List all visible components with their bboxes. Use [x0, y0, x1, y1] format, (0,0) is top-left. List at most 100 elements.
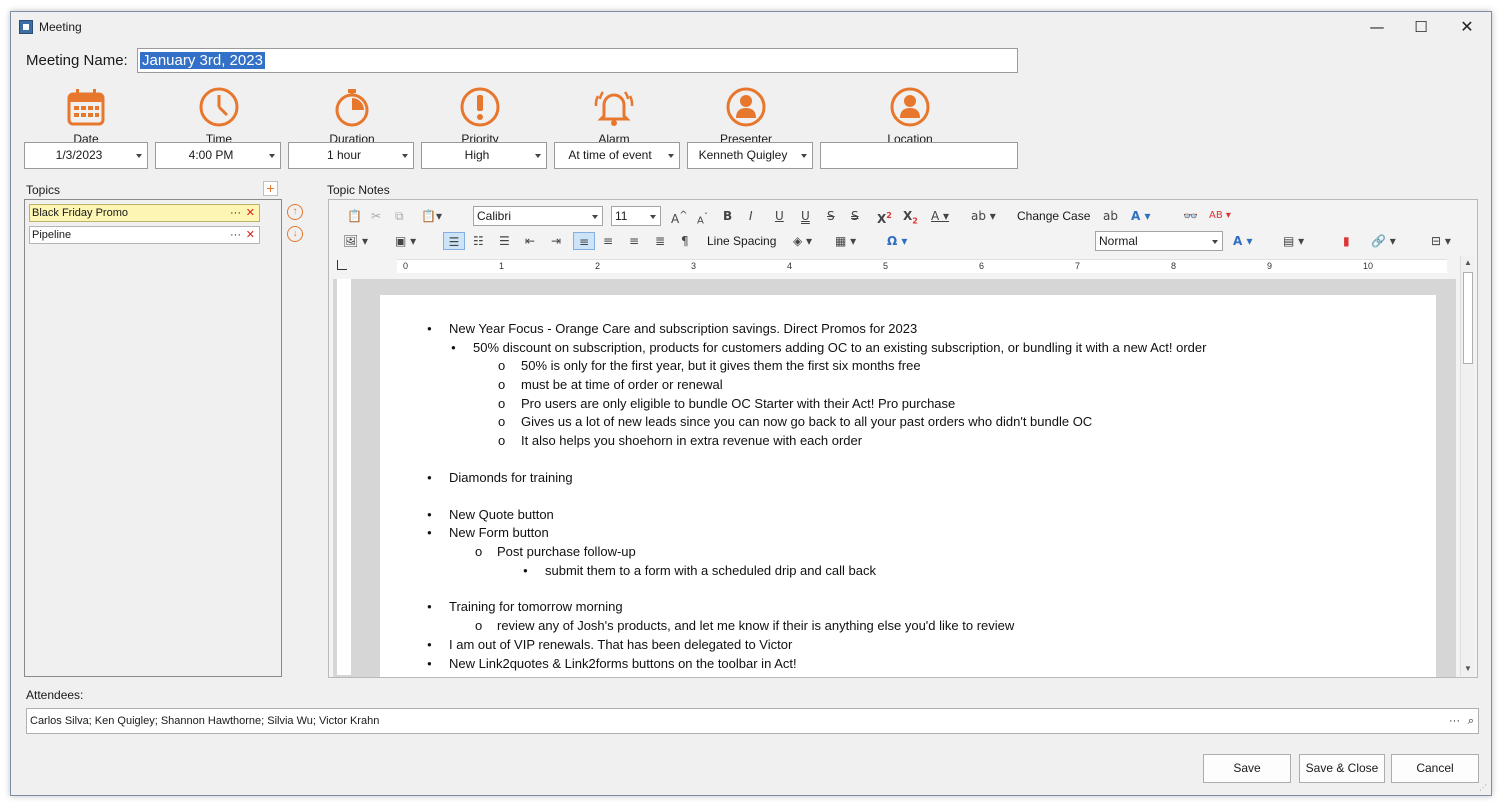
- increase-indent-icon[interactable]: ⇥: [551, 232, 561, 250]
- app-icon: [19, 20, 33, 34]
- scroll-up-icon[interactable]: ▲: [1461, 256, 1475, 270]
- font-color-icon[interactable]: A ▾: [931, 207, 949, 225]
- table-icon[interactable]: ▤ ▾: [1283, 232, 1304, 250]
- more-icon[interactable]: ···: [230, 227, 241, 243]
- decrease-indent-icon[interactable]: ⇤: [525, 232, 535, 250]
- multilevel-list-icon[interactable]: ☰: [499, 232, 510, 250]
- subscript-icon[interactable]: X2: [903, 207, 918, 225]
- styles-icon[interactable]: A ▾: [1233, 232, 1253, 250]
- highlight-icon[interactable]: ab ▾: [971, 207, 996, 225]
- paste-special-icon[interactable]: 📋▾: [421, 207, 442, 225]
- save-and-close-button[interactable]: Save & Close: [1299, 754, 1385, 783]
- alarm-dropdown[interactable]: At time of event: [554, 142, 680, 169]
- time-picker[interactable]: 4:00 PM: [155, 142, 281, 169]
- resize-grip-icon[interactable]: ⋰: [1479, 783, 1489, 793]
- bookmark-icon[interactable]: ▮: [1343, 232, 1350, 250]
- numbered-list-icon[interactable]: ☷: [473, 232, 484, 250]
- move-down-icon[interactable]: ↓: [287, 226, 303, 242]
- clear-format-icon[interactable]: ab: [1103, 207, 1118, 225]
- minimize-button[interactable]: —: [1357, 16, 1397, 38]
- line-spacing-button[interactable]: Line Spacing: [707, 232, 776, 250]
- copy-icon[interactable]: ⧉: [395, 207, 404, 225]
- align-right-icon[interactable]: ≡: [629, 232, 639, 250]
- tab-stop-icon[interactable]: [337, 260, 347, 270]
- more-icon[interactable]: ···: [230, 205, 241, 221]
- align-left-icon[interactable]: ≡: [573, 232, 595, 250]
- double-underline-icon[interactable]: U: [801, 207, 810, 225]
- style-dropdown[interactable]: Normal: [1095, 231, 1223, 251]
- date-picker[interactable]: 1/3/2023: [24, 142, 148, 169]
- superscript-icon[interactable]: X2: [877, 207, 892, 226]
- note-line: Diamonds for training: [449, 470, 573, 485]
- attendees-label: Attendees:: [26, 688, 84, 702]
- hyperlink-icon[interactable]: 🔗 ▾: [1371, 232, 1396, 250]
- ruler-number: 9: [1267, 261, 1273, 271]
- bullet-icon: o: [498, 396, 506, 411]
- priority-field: Priority: [451, 85, 509, 146]
- grow-font-icon[interactable]: A^: [671, 207, 688, 226]
- font-family-dropdown[interactable]: Calibri: [473, 206, 603, 226]
- note-line: must be at time of order or renewal: [521, 377, 723, 392]
- note-line: New Year Focus - Orange Care and subscri…: [449, 321, 918, 336]
- editor-scrollbar[interactable]: ▲ ▼: [1460, 256, 1474, 676]
- note-line: New Form button: [449, 525, 549, 540]
- symbol-icon[interactable]: Ω ▾: [887, 232, 907, 250]
- location-input[interactable]: [820, 142, 1018, 169]
- add-topic-button[interactable]: +: [263, 181, 278, 196]
- change-case-button[interactable]: Change Case: [1017, 207, 1090, 225]
- document-area: ● New Year Focus - Orange Care and subscr…: [333, 279, 1456, 677]
- close-button[interactable]: ✕: [1447, 16, 1487, 38]
- shading-icon[interactable]: ◈ ▾: [793, 232, 812, 250]
- borders-icon[interactable]: ▦ ▾: [835, 232, 856, 250]
- clock-icon: [197, 85, 241, 129]
- save-button[interactable]: Save: [1203, 754, 1291, 783]
- topic-item[interactable]: Pipeline ··· ✕: [29, 226, 260, 244]
- underline-icon[interactable]: U: [775, 207, 784, 225]
- scroll-thumb[interactable]: [1463, 272, 1473, 364]
- page-break-icon[interactable]: ⊟ ▾: [1431, 232, 1451, 250]
- delete-icon[interactable]: ✕: [246, 227, 255, 243]
- scroll-down-icon[interactable]: ▼: [1461, 662, 1475, 676]
- priority-dropdown[interactable]: High: [421, 142, 547, 169]
- presenter-field: Presenter: [713, 85, 779, 146]
- pilcrow-icon[interactable]: ¶: [681, 232, 689, 250]
- more-icon[interactable]: ···: [1449, 709, 1460, 733]
- attendees-input[interactable]: Carlos Silva; Ken Quigley; Shannon Hawth…: [26, 708, 1479, 734]
- text-box-icon[interactable]: ▣ ▾: [395, 232, 416, 250]
- strikethrough-icon[interactable]: S: [827, 207, 835, 225]
- cancel-button[interactable]: Cancel: [1391, 754, 1479, 783]
- spell-check-icon[interactable]: AB ▾: [1209, 207, 1231, 225]
- font-size-dropdown[interactable]: 11: [611, 206, 661, 226]
- move-up-icon[interactable]: ↑: [287, 204, 303, 220]
- insert-picture-icon[interactable]: 🖼 ▾: [343, 232, 368, 250]
- document-page[interactable]: ● New Year Focus - Orange Care and subscr…: [380, 295, 1436, 677]
- find-icon[interactable]: 👓: [1183, 207, 1198, 225]
- justify-icon[interactable]: ≣: [655, 232, 665, 250]
- maximize-button[interactable]: ☐: [1401, 16, 1441, 38]
- bullet-icon: o: [498, 358, 506, 373]
- location-person-icon: [888, 85, 932, 129]
- bold-icon[interactable]: B: [723, 207, 732, 225]
- meeting-name-input[interactable]: January 3rd, 2023: [137, 48, 1018, 73]
- search-icon[interactable]: ⌕: [1468, 709, 1474, 733]
- shrink-font-icon[interactable]: Aˇ: [697, 207, 708, 226]
- window-title: Meeting: [39, 20, 82, 34]
- double-strikethrough-icon[interactable]: S: [851, 207, 859, 225]
- topic-item[interactable]: Black Friday Promo ··· ✕: [29, 204, 260, 222]
- presenter-dropdown[interactable]: Kenneth Quigley: [687, 142, 813, 169]
- meeting-name-value: January 3rd, 2023: [140, 52, 265, 69]
- align-center-icon[interactable]: ≡: [603, 232, 613, 250]
- delete-icon[interactable]: ✕: [246, 205, 255, 221]
- cut-icon[interactable]: ✂: [371, 207, 381, 225]
- ruler-number: 6: [979, 261, 985, 271]
- italic-icon[interactable]: I: [749, 207, 753, 225]
- formatting-toolbar-row-2: 🖼 ▾ ▣ ▾ ☰ ☷ ☰ ⇤ ⇥ ≡ ≡ ≡ ≣ ¶ Line Spacing…: [331, 229, 1476, 253]
- bullet-icon: ●: [427, 510, 432, 519]
- duration-dropdown[interactable]: 1 hour: [288, 142, 414, 169]
- bullet-list-icon[interactable]: ☰: [443, 232, 465, 250]
- bullet-icon: ●: [427, 324, 432, 333]
- note-line: Post purchase follow-up: [497, 544, 636, 559]
- note-line: It also helps you shoehorn in extra reve…: [521, 433, 863, 448]
- font-dialog-icon[interactable]: A ▾: [1131, 207, 1151, 225]
- paste-icon[interactable]: 📋: [347, 207, 362, 225]
